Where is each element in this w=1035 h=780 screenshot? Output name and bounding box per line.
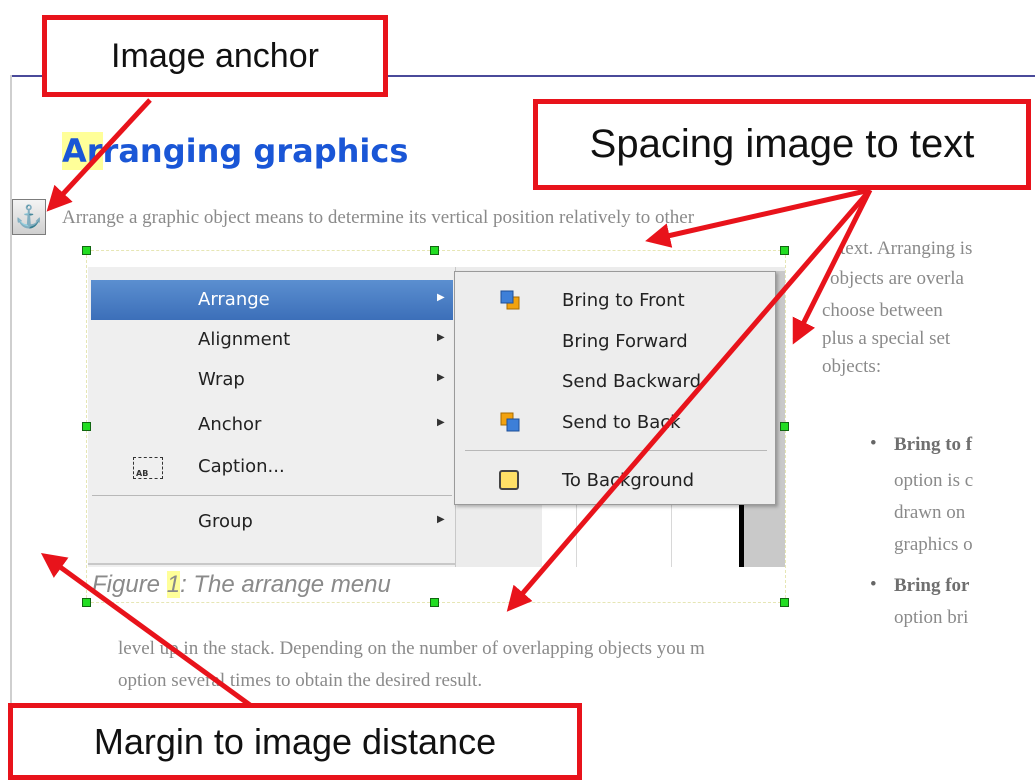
arrow-spacing-bottom	[506, 188, 872, 612]
arrow-to-anchor	[46, 98, 152, 212]
callout-image-anchor: Image anchor	[42, 15, 388, 97]
callout-margin: Margin to image distance	[8, 703, 582, 780]
arrow-spacing-top	[645, 187, 871, 248]
arrow-margin	[40, 553, 252, 708]
callout-spacing: Spacing image to text	[533, 99, 1031, 190]
